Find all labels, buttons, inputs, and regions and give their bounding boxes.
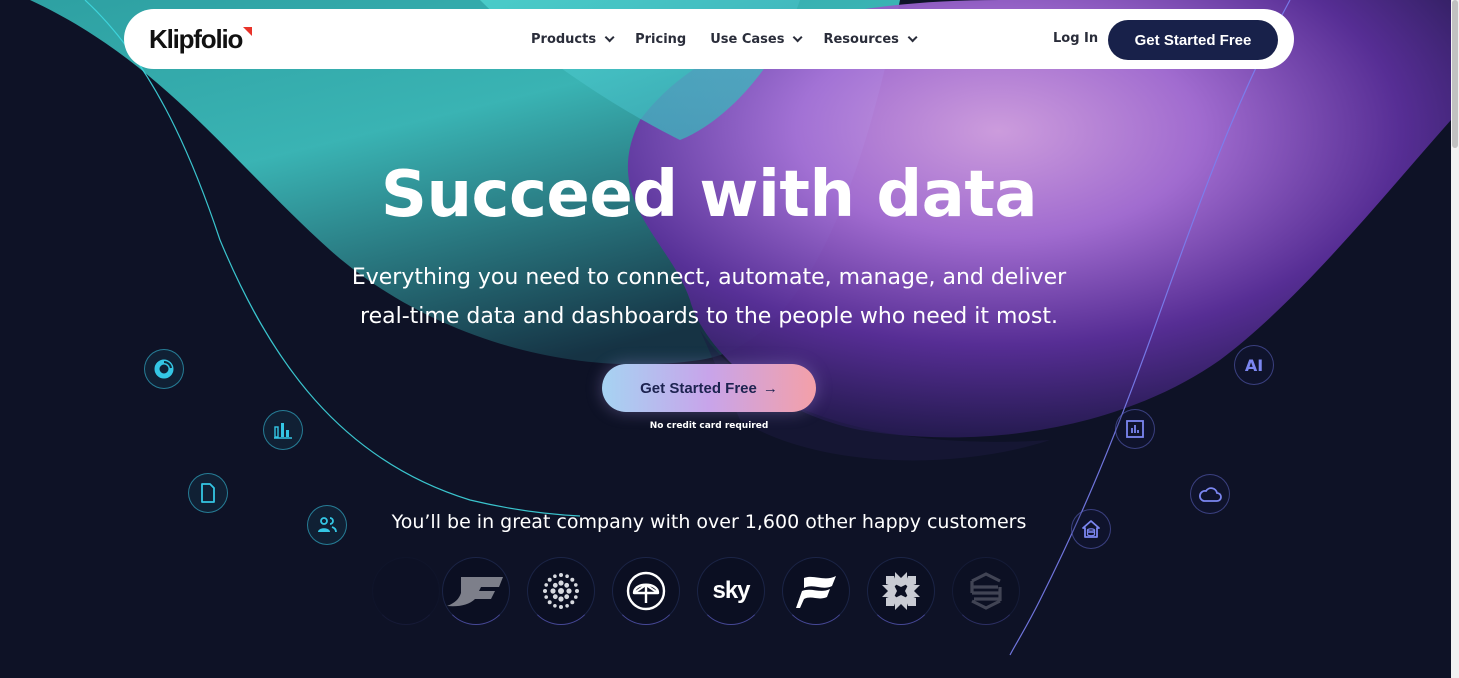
- arrow-right-icon: →: [762, 379, 778, 397]
- hero-subtitle-line-2: real-time data and dashboards to the peo…: [360, 304, 1058, 329]
- menu-products[interactable]: Products: [531, 31, 615, 47]
- sky-logo: sky: [697, 557, 765, 625]
- report-chart-icon: [1115, 409, 1155, 449]
- document-icon: [188, 473, 228, 513]
- page: Klipfolio Products Pricing Use Cases Res…: [0, 0, 1451, 678]
- hero-get-started-button[interactable]: Get Started Free →: [602, 364, 816, 412]
- main-menu: Products Pricing Use Cases Resources: [531, 9, 938, 69]
- hero-title: Succeed with data: [380, 158, 1038, 232]
- customers-heading: You’ll be in great company with over 1,6…: [391, 511, 1027, 533]
- menu-products-label: Products: [531, 31, 597, 47]
- hero-cta-label: Get Started Free: [640, 379, 757, 397]
- chevron-down-icon: [604, 31, 615, 42]
- menu-use-cases-label: Use Cases: [710, 31, 785, 47]
- dotted-sphere-icon: [543, 573, 579, 609]
- dotted-sphere-logo: [527, 557, 595, 625]
- hero-subtitle-line-1: Everything you need to connect, automate…: [351, 265, 1067, 290]
- stripe-hexagon-icon: [970, 572, 1002, 610]
- ai-badge-label: AI: [1244, 355, 1264, 375]
- nav-get-started-button[interactable]: Get Started Free: [1108, 20, 1278, 60]
- starburst-logo: [867, 557, 935, 625]
- chevron-down-icon: [793, 31, 804, 42]
- page-scrollbar[interactable]: [1451, 0, 1459, 678]
- f-wing-logo: [442, 557, 510, 625]
- klipfolio-logo[interactable]: Klipfolio: [149, 24, 253, 54]
- scrollbar-thumb[interactable]: [1452, 0, 1458, 148]
- no-credit-card-note: No credit card required: [649, 421, 769, 431]
- menu-use-cases[interactable]: Use Cases: [710, 31, 804, 47]
- menu-resources[interactable]: Resources: [823, 31, 918, 47]
- umbrella-icon: [626, 571, 666, 611]
- logo-text: Klipfolio: [149, 24, 243, 54]
- ai-badge: AI: [1234, 345, 1274, 385]
- wave-f-logo: [782, 557, 850, 625]
- faded-logo-placeholder: [372, 557, 440, 625]
- bar-chart-icon: [263, 410, 303, 450]
- sky-logo-text: sky: [712, 577, 750, 604]
- wave-f-icon: [796, 576, 836, 608]
- top-nav: Klipfolio Products Pricing Use Cases Res…: [124, 9, 1294, 69]
- starburst-icon: [882, 572, 920, 610]
- menu-pricing[interactable]: Pricing: [635, 32, 686, 47]
- logo-accent-icon: [243, 27, 253, 36]
- chevron-down-icon: [907, 31, 918, 42]
- stripe-hexagon-logo: [952, 557, 1020, 625]
- login-link[interactable]: Log In: [1053, 31, 1098, 46]
- menu-pricing-label: Pricing: [635, 31, 687, 47]
- cloud-icon: [1190, 474, 1230, 514]
- hero-subtitle: Everything you need to connect, automate…: [0, 258, 1418, 336]
- donut-chart-icon: [144, 349, 184, 389]
- umbrella-logo: [612, 557, 680, 625]
- menu-resources-label: Resources: [823, 31, 899, 47]
